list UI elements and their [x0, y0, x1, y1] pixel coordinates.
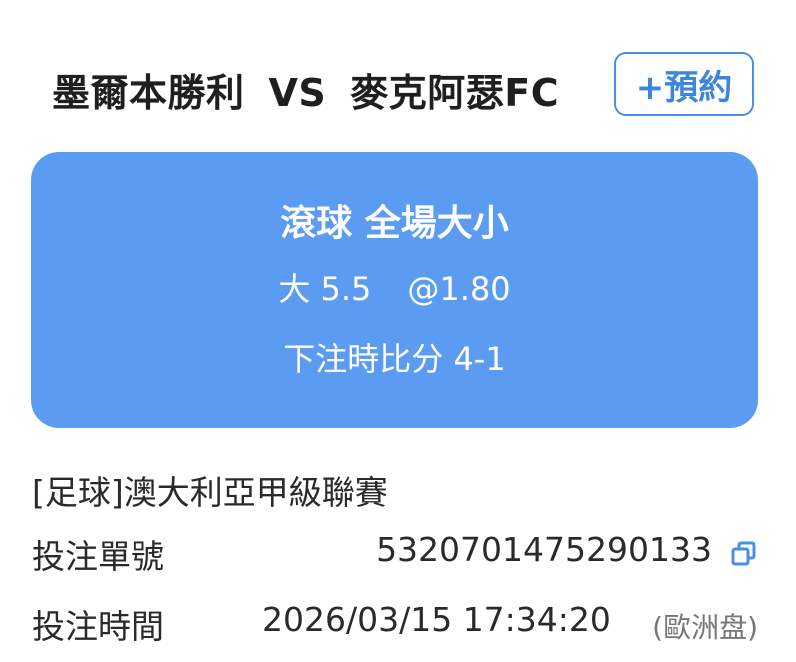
odds-format-label: (歐洲盘)	[652, 611, 758, 644]
vs-label: VS	[268, 71, 327, 115]
bet-time-label: 投注時間	[32, 607, 164, 646]
bet-selection: 大 5.5	[278, 270, 372, 308]
match-header: 墨爾本勝利 VS 麥克阿瑟FC +預約	[0, 52, 796, 122]
order-number-label: 投注單號	[32, 537, 164, 576]
order-number-row: 投注單號 5320701475290133	[32, 530, 758, 576]
bet-time-value: 2026/03/15 17:34:20	[262, 600, 611, 639]
match-title: 墨爾本勝利 VS 麥克阿瑟FC	[52, 62, 559, 117]
away-team: 麥克阿瑟FC	[350, 71, 560, 115]
league-name: [足球]澳大利亞甲級聯賽	[32, 473, 388, 512]
bet-summary-card: 滾球 全場大小 大 5.5 @1.80 下注時比分 4-1	[31, 152, 758, 428]
bet-odds: @1.80	[407, 270, 511, 308]
order-number-value: 5320701475290133	[376, 530, 712, 569]
bet-time-row: 投注時間 2026/03/15 17:34:20 (歐洲盘)	[32, 600, 758, 646]
score-at-bet: 下注時比分 4-1	[283, 340, 506, 378]
home-team: 墨爾本勝利	[52, 71, 245, 115]
reserve-button[interactable]: +預約	[614, 52, 754, 116]
bet-type: 滾球 全場大小	[280, 203, 509, 244]
bet-line: 大 5.5 @1.80	[31, 264, 758, 310]
copy-icon[interactable]	[730, 540, 758, 568]
